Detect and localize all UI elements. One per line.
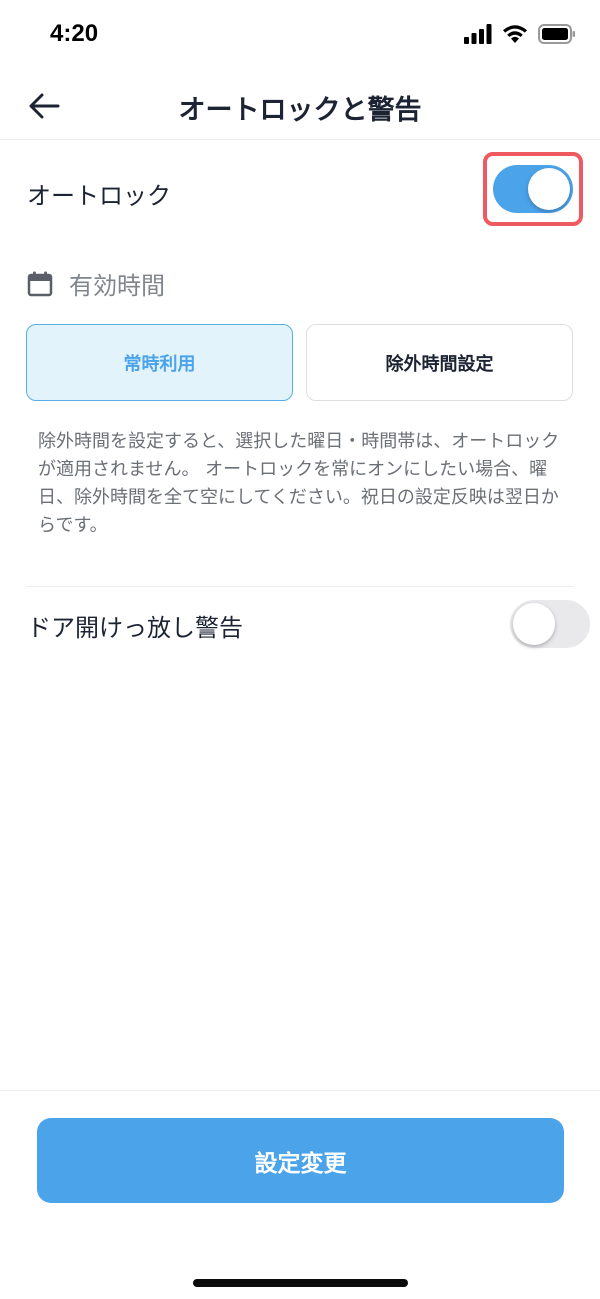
- status-icons: [464, 24, 576, 44]
- nav-bar: オートロックと警告: [0, 72, 600, 140]
- segment-exclusion-time[interactable]: 除外時間設定: [306, 324, 573, 401]
- page-title: オートロックと警告: [178, 95, 422, 126]
- door-alert-toggle[interactable]: [510, 600, 590, 648]
- submit-button[interactable]: 設定変更: [37, 1118, 564, 1203]
- section-divider: [27, 586, 573, 587]
- valid-time-label: 有効時間: [69, 272, 165, 300]
- autolock-toggle[interactable]: [493, 165, 573, 213]
- segment-always-use[interactable]: 常時利用: [26, 324, 293, 401]
- toggle-knob: [528, 168, 570, 210]
- toggle-knob: [513, 603, 555, 645]
- valid-time-heading: 有効時間: [27, 266, 165, 301]
- calendar-icon: [27, 271, 53, 296]
- battery-icon: [538, 24, 575, 44]
- exclusion-description: 除外時間を設定すると、選択した曜日・時間帯は、オートロックが適用されません。 オ…: [38, 431, 560, 536]
- wifi-icon: [503, 25, 527, 43]
- status-time: 4:20: [50, 20, 99, 47]
- footer-divider: [0, 1090, 600, 1091]
- door-alert-label: ドア開けっ放し警告: [27, 614, 243, 642]
- status-bar: 4:20: [0, 0, 600, 72]
- autolock-label: オートロック: [27, 182, 171, 210]
- home-indicator: [193, 1279, 408, 1287]
- signal-icon: [464, 24, 492, 44]
